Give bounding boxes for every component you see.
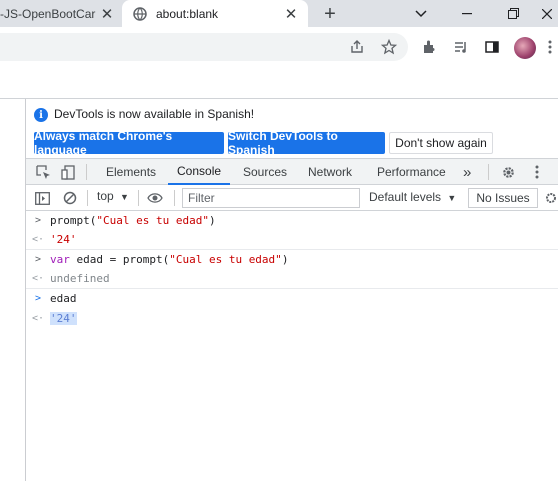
console-code: var edad = prompt("Cual es tu edad") [50,253,289,267]
console-toolbar: top ▼ Filter Default levels ▼ No Issues [26,185,558,211]
console-input-line: > edad [26,289,558,309]
filter-input[interactable]: Filter [182,188,360,208]
star-icon[interactable] [379,37,399,57]
devtools-menu-icon[interactable] [528,163,546,181]
chevron-right-icon: > [34,215,42,227]
console-output[interactable]: > prompt("Cual es tu edad") <· '24' > va… [26,211,558,328]
console-input-line: > var edad = prompt("Cual es tu edad") [26,250,558,270]
tab-console[interactable]: Console [168,159,231,185]
console-result: undefined [50,272,110,286]
dropdown-arrow-icon: ▼ [447,193,457,203]
devtools-tab-bar: Elements Console Sources Network Perform… [26,158,558,185]
info-icon: i [34,108,48,122]
browser-toolbar [0,27,558,65]
dont-show-again-button[interactable]: Don't show again [389,132,493,154]
console-code: prompt("Cual es tu edad") [50,214,216,228]
console-result: '24' [50,311,77,325]
match-language-button[interactable]: Always match Chrome's language [34,129,224,157]
chevron-down-icon[interactable] [398,0,444,27]
tab-strip: -JS-OpenBootCar ✕ about:blank ✕ + [0,0,558,27]
extensions-icon[interactable] [419,37,439,57]
tab-sources[interactable]: Sources [243,159,287,185]
tab-elements[interactable]: Elements [106,159,156,185]
console-result-line: <· undefined [26,270,558,289]
close-icon[interactable]: ✕ [282,5,300,23]
separator [138,190,139,206]
no-issues-button[interactable]: No Issues [468,188,538,208]
clear-console-icon[interactable] [61,189,79,207]
console-input-line: > prompt("Cual es tu edad") [26,211,558,231]
globe-icon [132,6,148,22]
chevron-right-icon: > [34,293,42,305]
console-settings-icon[interactable] [544,189,556,207]
side-panel-icon[interactable] [482,37,502,57]
console-result: '24' [50,233,77,247]
new-tab-button[interactable]: + [318,2,342,26]
switch-to-spanish-button[interactable]: Switch DevTools to Spanish [228,129,385,157]
separator [87,190,88,206]
separator [174,190,175,206]
return-arrow-icon: <· [31,234,45,246]
devtools-panel: i DevTools is now available in Spanish! … [25,99,558,481]
tab-performance[interactable]: Performance [377,159,446,185]
settings-gear-icon[interactable] [499,163,517,181]
context-value: top [97,189,114,203]
tab-title: -JS-OpenBootCar [0,6,96,21]
infobar-message: DevTools is now available in Spanish! [54,107,255,121]
inspect-element-icon[interactable] [34,163,52,181]
eye-icon[interactable] [146,189,164,207]
minimize-icon[interactable] [444,0,490,27]
console-code: edad [50,292,77,306]
context-selector[interactable]: top ▼ [97,189,129,203]
share-icon[interactable] [347,37,367,57]
close-window-icon[interactable] [536,0,558,27]
close-icon[interactable]: ✕ [98,5,116,23]
avatar[interactable] [514,37,536,59]
default-levels-dropdown[interactable]: Default levels ▼ [369,190,456,204]
return-arrow-icon: <· [31,312,45,324]
tab-openbootcamp[interactable]: -JS-OpenBootCar ✕ [0,0,120,27]
return-arrow-icon: <· [31,273,45,285]
more-tabs-button[interactable]: » [463,159,471,185]
dropdown-arrow-icon: ▼ [120,192,129,202]
console-result-line: <· '24' [26,231,558,250]
chevron-right-icon: > [34,254,42,266]
language-infobar: i DevTools is now available in Spanish! … [26,99,558,157]
tab-about-blank[interactable]: about:blank ✕ [122,0,308,27]
tab-network[interactable]: Network [308,159,352,185]
media-icon[interactable] [451,37,471,57]
levels-label: Default levels [369,190,442,204]
separator [86,164,87,180]
sidebar-toggle-icon[interactable] [33,189,51,207]
device-toolbar-icon[interactable] [59,163,77,181]
console-result-line: <· '24' [26,309,558,329]
restore-icon[interactable] [490,0,536,27]
tab-title: about:blank [156,6,219,21]
more-menu-icon[interactable] [545,37,555,57]
separator [488,164,489,180]
